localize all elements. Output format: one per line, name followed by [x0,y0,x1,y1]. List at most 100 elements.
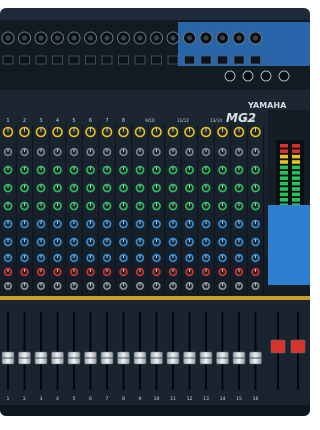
fader-slot [7,312,9,390]
xlr-pin [88,35,93,41]
meter-led-right [292,198,300,202]
fader-number: 13 [203,396,209,402]
line-jack [85,55,96,65]
fader-slot [254,312,257,390]
line-jack [134,55,146,65]
xlr-pin [236,35,242,41]
channel-number: 8 [122,118,125,124]
fader-slot [221,312,224,390]
line-jack [68,55,80,65]
fader-stripe [0,296,310,300]
xlr-pin [187,35,192,41]
fader-number: 4 [56,396,59,402]
fader-slot [56,312,59,390]
xlr-pin [220,35,225,41]
fader-slot [205,312,207,390]
fader-slot [155,312,158,390]
fader-slot [89,312,92,390]
fader-number: 15 [236,396,242,402]
stereo-channel-number: 11/12 [177,118,189,123]
meter-led-left [280,165,288,170]
fader-number: 11 [170,396,176,402]
meter-led-left [280,149,288,153]
output-jack [242,70,254,82]
fader-number: 8 [122,396,125,402]
stereo-channel-number: 9/10 [145,118,155,123]
meter-led-left [280,192,288,197]
line-jack [35,55,47,65]
line-jack [101,55,113,65]
fader-slot [73,312,75,390]
mixer-illustration: YAMAHA MG2 1 2 3 4 5 6 7 8 9/10 11/12 13/14 15/16 1… [0,8,310,416]
xlr-pin [22,35,27,41]
xlr-pin [170,35,176,41]
output-jack [278,70,290,82]
meter-led-right [292,165,300,170]
fader-number: 16 [253,396,259,402]
meter-led-right [292,149,300,153]
channel-number: 2 [23,118,26,124]
channel-number: 7 [105,118,108,124]
stereo-channel-number: 15/16 [243,118,255,123]
meter-led-right [292,176,300,180]
line-jack [250,55,261,65]
fader-slot [139,312,141,390]
meter-led-right [292,171,300,175]
output-jack [224,70,236,82]
meter-led-right [292,187,300,191]
channel-number: 1 [6,118,9,124]
meter-led-right [292,192,300,197]
xlr-pin [253,35,258,41]
fader-number: 7 [106,396,109,402]
fader-number: 10 [154,396,160,402]
line-jack [233,55,245,65]
line-jack [151,55,162,65]
channel-number: 3 [39,118,42,124]
master-fader-cap [270,339,286,354]
line-jack [167,55,179,65]
xlr-pin [104,35,110,41]
meter-led-left [280,171,288,175]
meter-led-left [280,198,288,202]
xlr-pin [5,35,11,41]
channel-number: 5 [72,118,75,124]
meter-led-right [292,154,300,159]
xlr-pin [154,35,159,41]
line-jack [217,55,228,65]
xlr-pin [38,35,44,41]
fader-number: 6 [89,396,92,402]
line-jack [118,55,129,65]
xlr-pin [55,35,60,41]
fader-number: 5 [73,396,76,402]
fader-number: 2 [23,396,26,402]
bus-blue-panel [268,205,310,285]
xlr-pin [137,35,143,41]
xlr-pin [203,35,209,41]
mixing-console-photo: YAMAHA MG2 1 2 3 4 5 6 7 8 9/10 11/12 13/14 15/16 1… [0,0,310,430]
output-jack [260,70,272,82]
meter-led-left [280,176,288,180]
meter-led-left [280,187,288,191]
channel-number: 6 [89,118,92,124]
line-jack [52,55,63,65]
line-jack [19,55,30,65]
xlr-pin [121,35,126,41]
fader-number: 12 [187,396,193,402]
line-jack [184,55,195,65]
meter-led-right [292,181,300,186]
fader-slot [23,312,26,390]
fader-slot [40,312,42,390]
fader-number: 14 [220,396,226,402]
fader-slot [172,312,174,390]
meter-led-right [292,144,300,148]
fader-number: 1 [7,396,10,402]
meter-led-left [280,144,288,148]
master-fader-cap [290,339,306,354]
channel-number: 4 [56,118,59,124]
meter-led-right [292,160,300,164]
stereo-channel-number: 13/14 [210,118,222,123]
line-jack [2,55,14,65]
fader-slot [122,312,125,390]
fader-number: 3 [40,396,43,402]
fader-slot [238,312,240,390]
